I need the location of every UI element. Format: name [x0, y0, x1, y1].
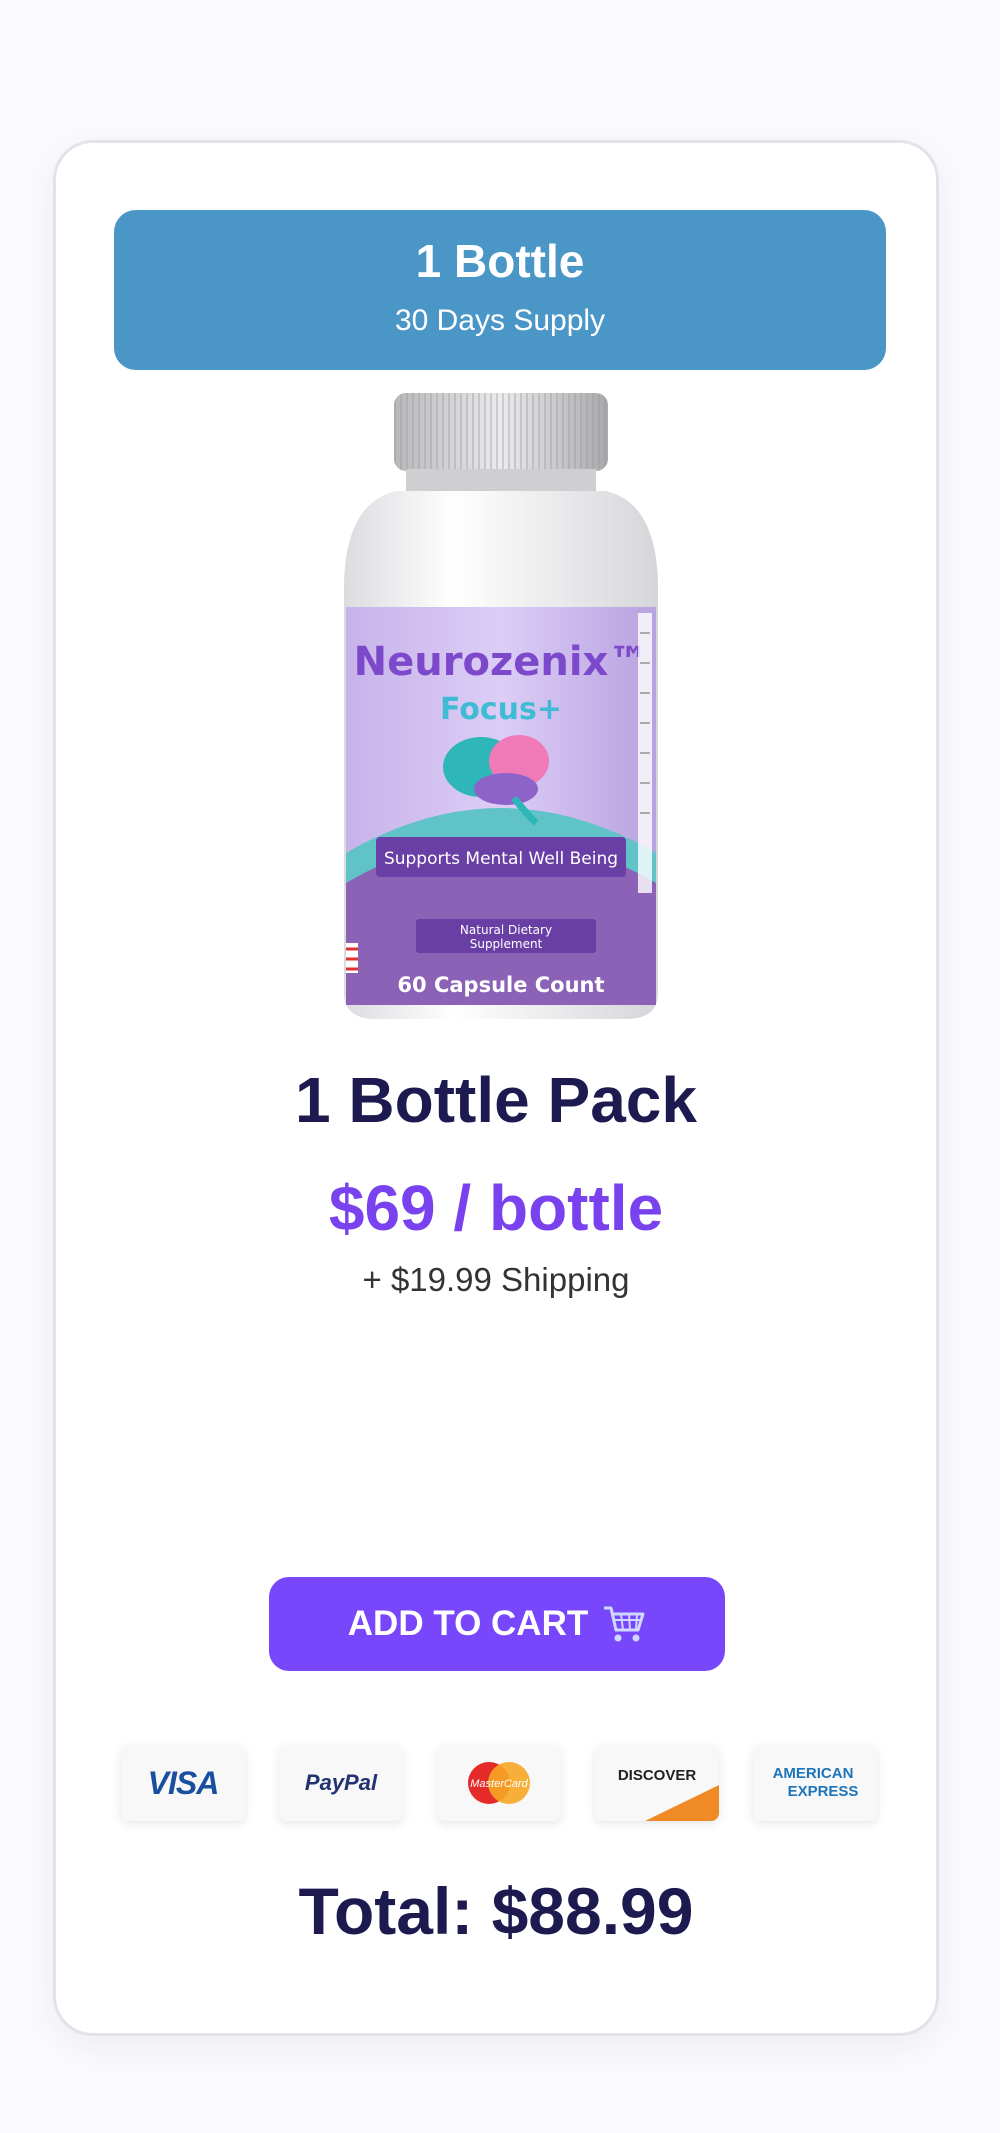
payment-methods: VISA PayPal MasterCard DISCOVER AMERICAN… — [121, 1745, 877, 1825]
cart-icon — [602, 1604, 646, 1644]
price-per-bottle: $69 / bottle — [328, 1172, 664, 1244]
package-title: 1 Bottle — [415, 235, 585, 287]
product-claim: Supports Mental Well Being — [384, 849, 618, 869]
product-type-line2: Supplement — [470, 937, 543, 951]
discover-label: DISCOVER — [618, 1767, 697, 1784]
package-header: 1 Bottle 30 Days Supply — [114, 210, 886, 370]
brand-name: Neurozenix™ — [354, 639, 649, 685]
package-subtitle: 30 Days Supply — [394, 304, 606, 337]
discover-logo: DISCOVER — [595, 1745, 719, 1821]
visa-label: VISA — [147, 1764, 220, 1801]
product-line: Focus+ — [440, 692, 562, 727]
amex-label-line1: AMERICAN — [773, 1765, 854, 1782]
order-total: Total: $88.99 — [298, 1874, 694, 1948]
product-bottle-image: Neurozenix™ Focus+ Supports Mental Well … — [326, 383, 676, 1023]
mastercard-logo: MasterCard — [437, 1745, 561, 1821]
pack-title: 1 Bottle Pack — [295, 1064, 697, 1136]
product-type-line1: Natural Dietary — [460, 923, 552, 937]
amex-logo: AMERICAN EXPRESS — [753, 1745, 877, 1821]
add-to-cart-label: ADD TO CART — [347, 1604, 589, 1643]
add-to-cart-button[interactable]: ADD TO CART — [269, 1577, 725, 1671]
amex-label-line2: EXPRESS — [788, 1783, 859, 1800]
product-card: 1 Bottle 30 Days Supply Neurozenix™ Focu… — [53, 140, 939, 2036]
paypal-label: PayPal — [304, 1770, 378, 1795]
shipping-cost: + $19.99 Shipping — [362, 1261, 630, 1298]
mastercard-label: MasterCard — [470, 1778, 528, 1790]
paypal-logo: PayPal — [279, 1745, 403, 1821]
visa-logo: VISA — [121, 1745, 245, 1821]
us-flag-icon — [346, 943, 358, 973]
capsule-count: 60 Capsule Count — [397, 973, 604, 997]
